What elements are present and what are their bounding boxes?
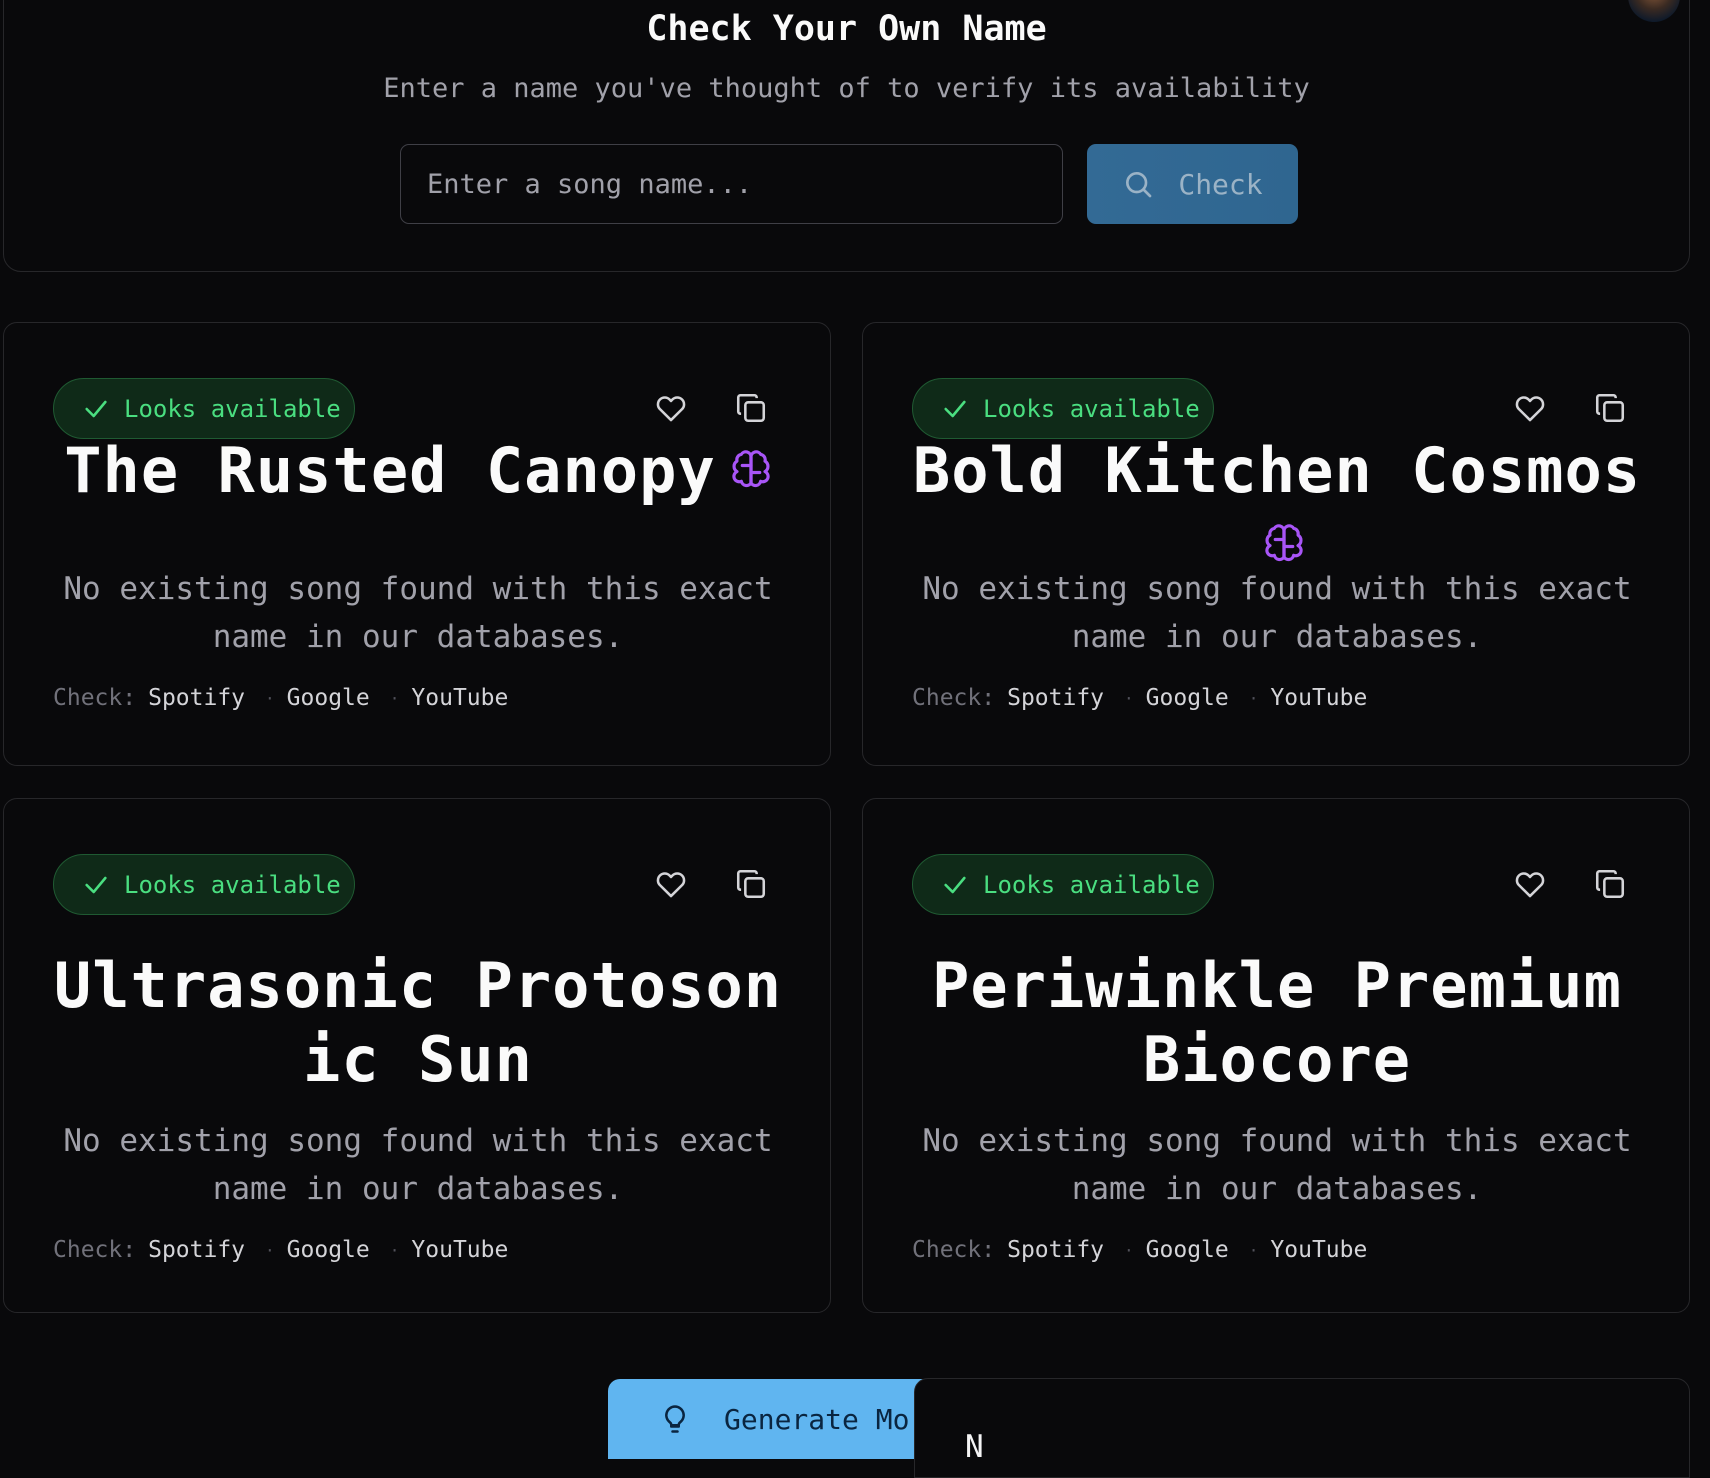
song-title: Bold Kitchen Cosmos [903, 434, 1651, 582]
favorite-button[interactable] [1510, 864, 1550, 904]
song-card: Looks available Bold Kitchen Cosmos No e… [862, 322, 1690, 766]
availability-badge: Looks available [912, 854, 1214, 915]
separator: · [389, 688, 400, 708]
favorite-button[interactable] [1510, 388, 1550, 428]
song-description: No existing song found with this exact n… [922, 1123, 1632, 1207]
check-icon [944, 876, 966, 893]
song-description: No existing song found with this exact n… [63, 1123, 773, 1207]
check-links: Check: Spotify · Google · YouTube [53, 685, 508, 711]
separator: · [1248, 1240, 1259, 1260]
song-title-text: Bold Kitchen Cosmos [912, 434, 1642, 507]
separator: · [1248, 688, 1259, 708]
check-button-label: Check [1178, 167, 1263, 201]
check-icon [85, 400, 107, 417]
favorite-button[interactable] [651, 864, 691, 904]
separator: · [265, 688, 275, 708]
availability-badge: Looks available [53, 854, 355, 915]
overlay-text: N [965, 1429, 984, 1465]
google-link[interactable]: Google [1146, 1237, 1229, 1263]
spotify-link[interactable]: Spotify [1007, 1237, 1104, 1263]
check-links: Check: Spotify · Google · YouTube [912, 1237, 1367, 1263]
song-title: Periwinkle Premium Biocore [932, 949, 1622, 1096]
copy-button[interactable] [731, 864, 771, 904]
heart-icon [1515, 396, 1545, 422]
availability-badge: Looks available [53, 378, 355, 439]
overlay-panel: N [914, 1378, 1690, 1478]
generate-more-label: Generate Mor [724, 1402, 927, 1436]
badge-label: Looks available [983, 394, 1200, 423]
song-title: The Rusted Canopy [44, 434, 792, 508]
copy-button[interactable] [1590, 864, 1630, 904]
search-icon [1126, 172, 1152, 198]
heart-icon [1515, 872, 1545, 898]
check-links: Check: Spotify · Google · YouTube [912, 685, 1367, 711]
google-link[interactable]: Google [1146, 685, 1229, 711]
separator: · [265, 1240, 275, 1260]
copy-icon [736, 869, 766, 899]
separator: · [1124, 1240, 1134, 1260]
youtube-link[interactable]: YouTube [1270, 685, 1367, 711]
spotify-link[interactable]: Spotify [148, 1237, 245, 1263]
generate-more-button[interactable]: Generate Mor [608, 1379, 948, 1459]
check-links: Check: Spotify · Google · YouTube [53, 1237, 508, 1263]
check-subtitle: Enter a name you've thought of to verify… [383, 73, 1310, 104]
badge-label: Looks available [124, 394, 341, 423]
song-name-input[interactable] [400, 144, 1063, 224]
badge-label: Looks available [983, 870, 1200, 899]
check-name-panel: Check Your Own Name Enter a name you've … [3, 0, 1690, 272]
check-title: Check Your Own Name [646, 9, 1047, 49]
copy-button[interactable] [1590, 388, 1630, 428]
youtube-link[interactable]: YouTube [411, 1237, 508, 1263]
check-label: Check: [912, 1237, 996, 1263]
song-description: No existing song found with this exact n… [63, 571, 773, 655]
song-card: Looks available Ultrasonic Protosonic Su… [3, 798, 831, 1313]
availability-badge: Looks available [912, 378, 1214, 439]
song-card: Looks available Periwinkle Premium Bioco… [862, 798, 1690, 1313]
copy-icon [736, 393, 766, 423]
check-icon [85, 876, 107, 893]
spotify-link[interactable]: Spotify [148, 685, 245, 711]
song-card: Looks available The Rusted Canopy No exi… [3, 322, 831, 766]
favorite-button[interactable] [651, 388, 691, 428]
check-button[interactable]: Check [1087, 144, 1298, 224]
google-link[interactable]: Google [287, 1237, 370, 1263]
song-title: Ultrasonic Protosonic Sun [53, 949, 783, 1096]
youtube-link[interactable]: YouTube [411, 685, 508, 711]
badge-label: Looks available [124, 870, 341, 899]
song-description: No existing song found with this exact n… [922, 571, 1632, 655]
lightbulb-icon [665, 1405, 685, 1433]
check-icon [944, 400, 966, 417]
spotify-link[interactable]: Spotify [1007, 685, 1104, 711]
separator: · [1124, 688, 1134, 708]
song-title-text: The Rusted Canopy [64, 434, 716, 507]
check-label: Check: [912, 685, 996, 711]
heart-icon [656, 872, 686, 898]
separator: · [389, 1240, 400, 1260]
youtube-link[interactable]: YouTube [1270, 1237, 1367, 1263]
copy-icon [1595, 869, 1625, 899]
check-label: Check: [53, 1237, 137, 1263]
google-link[interactable]: Google [287, 685, 370, 711]
brain-icon [1265, 524, 1303, 561]
brain-icon [732, 450, 770, 487]
check-label: Check: [53, 685, 137, 711]
copy-icon [1595, 393, 1625, 423]
heart-icon [656, 396, 686, 422]
copy-button[interactable] [731, 388, 771, 428]
